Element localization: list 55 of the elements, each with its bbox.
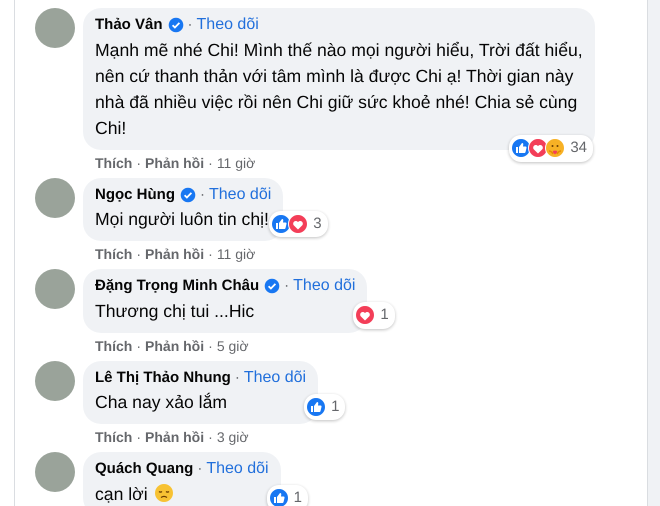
timestamp[interactable]: 3 giờ (216, 429, 249, 445)
avatar-photo-placeholder (35, 452, 75, 492)
action-link[interactable]: Phản hồi (145, 338, 204, 354)
avatar-photo-placeholder (35, 178, 75, 218)
reaction-summary[interactable]: 1 (266, 485, 308, 506)
action-link[interactable]: Phản hồi (145, 429, 204, 445)
follow-link[interactable]: Theo dõi (206, 459, 269, 480)
follow-link[interactable]: Theo dõi (196, 15, 259, 36)
separator-dot: · (284, 276, 290, 296)
reaction-summary[interactable]: 34 (509, 135, 593, 162)
action-link[interactable]: Thích (95, 154, 132, 170)
avatar-photo-placeholder (35, 360, 75, 400)
author-name[interactable]: Đặng Trọng Minh Châu (95, 276, 260, 296)
comment-text: Mọi người luôn tin chị! (95, 208, 270, 231)
separator-dot: · (188, 15, 193, 35)
author-name[interactable]: Thảo Vân (95, 15, 163, 36)
avatar-photo-placeholder (35, 8, 75, 48)
follow-link[interactable]: Theo dõi (244, 368, 306, 388)
separator-dot: · (208, 338, 213, 354)
heart-reaction-icon (355, 305, 376, 326)
timestamp[interactable]: 11 giờ (216, 246, 256, 262)
separator-dot: · (200, 184, 205, 204)
separator-dot: · (136, 246, 142, 262)
separator-dot: · (234, 368, 240, 388)
action-link[interactable]: Thích (95, 338, 132, 354)
comment-text: Cha nay xảo lắm (95, 391, 228, 414)
separator-dot: · (197, 459, 202, 479)
like-reaction-icon (306, 396, 326, 417)
separator-dot: · (208, 429, 213, 445)
separator-dot: · (208, 246, 213, 262)
sad-face-icon (154, 482, 174, 502)
author-name[interactable]: Ngọc Hùng (95, 184, 175, 205)
separator-dot: · (136, 154, 142, 170)
comment-text: cạn lời (95, 480, 269, 506)
author-name[interactable]: Quách Quang (95, 459, 194, 480)
separator-dot: · (136, 429, 142, 445)
reaction-summary[interactable]: 3 (269, 210, 328, 237)
reaction-summary[interactable]: 1 (304, 394, 346, 420)
comment-text: Thương chị tui ...Hic (95, 300, 256, 323)
timestamp[interactable]: 11 giờ (216, 154, 256, 170)
hugging-face-reaction-icon (545, 138, 566, 158)
timestamp[interactable]: 5 giờ (216, 338, 249, 354)
like-reaction-icon (268, 488, 289, 506)
action-link[interactable]: Phản hồi (145, 154, 204, 170)
follow-link[interactable]: Theo dõi (209, 184, 272, 205)
avatar-photo-placeholder (35, 269, 75, 309)
reaction-summary[interactable]: 1 (353, 302, 395, 328)
action-link[interactable]: Thích (95, 246, 132, 262)
separator-dot: · (208, 154, 213, 170)
heart-reaction-icon (288, 214, 308, 234)
action-link[interactable]: Thích (95, 429, 132, 445)
action-link[interactable]: Phản hồi (145, 246, 204, 262)
separator-dot: · (136, 338, 142, 354)
author-name[interactable]: Lê Thị Thảo Nhung (95, 368, 231, 388)
follow-link[interactable]: Theo dõi (293, 276, 356, 296)
